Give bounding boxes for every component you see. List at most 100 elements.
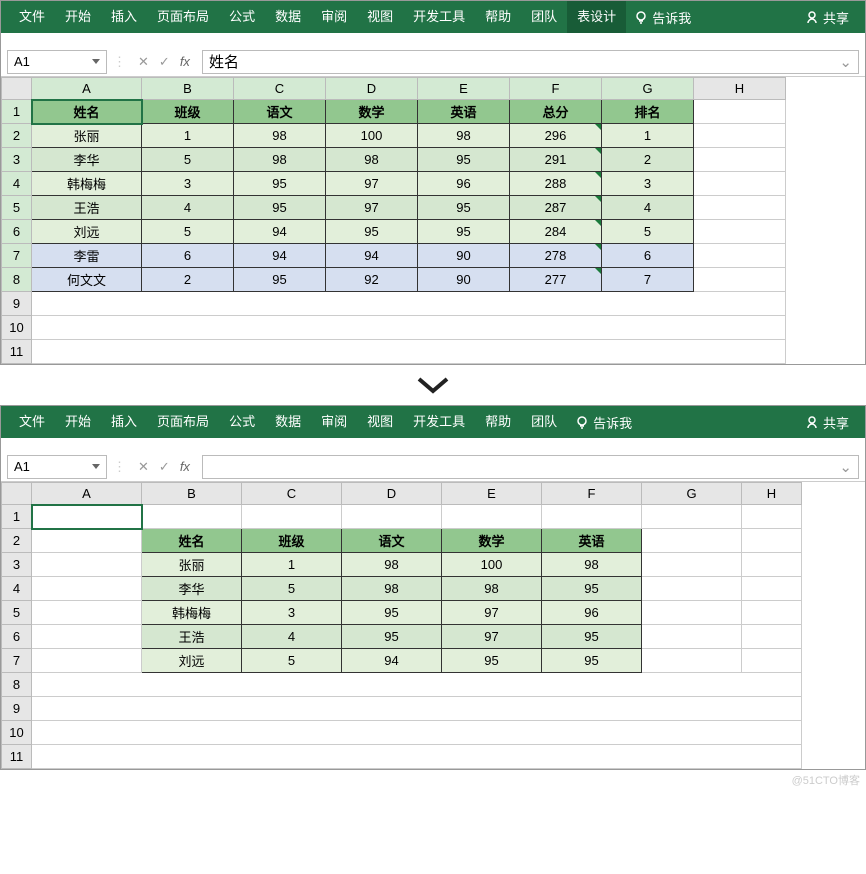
tab-dev[interactable]: 开发工具 bbox=[403, 1, 475, 33]
tab-formulas[interactable]: 公式 bbox=[219, 1, 265, 33]
cell[interactable]: 4 bbox=[142, 196, 234, 220]
col-header-E[interactable]: E bbox=[442, 483, 542, 505]
row-header[interactable]: 11 bbox=[2, 745, 32, 769]
cell[interactable]: 90 bbox=[418, 268, 510, 292]
cell[interactable] bbox=[142, 505, 242, 529]
row-header[interactable]: 9 bbox=[2, 697, 32, 721]
tell-me-button[interactable]: 告诉我 bbox=[626, 8, 699, 27]
cell[interactable]: 95 bbox=[418, 220, 510, 244]
cell[interactable]: 2 bbox=[142, 268, 234, 292]
tab-layout[interactable]: 页面布局 bbox=[147, 1, 219, 33]
cell[interactable]: 100 bbox=[326, 124, 418, 148]
cell[interactable]: 6 bbox=[142, 244, 234, 268]
cell[interactable] bbox=[742, 625, 802, 649]
tab-file[interactable]: 文件 bbox=[9, 1, 55, 33]
col-header-A[interactable]: A bbox=[32, 483, 142, 505]
cell[interactable]: 277 bbox=[510, 268, 602, 292]
tab-help[interactable]: 帮助 bbox=[475, 406, 521, 438]
cell[interactable]: 刘远 bbox=[142, 649, 242, 673]
cell[interactable] bbox=[742, 577, 802, 601]
cell[interactable]: 95 bbox=[418, 196, 510, 220]
cell[interactable]: 姓名 bbox=[142, 529, 242, 553]
col-header-D[interactable]: D bbox=[342, 483, 442, 505]
cell[interactable] bbox=[542, 505, 642, 529]
formula-input-bottom[interactable]: ⌄ bbox=[202, 455, 859, 479]
cell[interactable]: 98 bbox=[234, 148, 326, 172]
cell[interactable]: 姓名 bbox=[32, 100, 142, 124]
cell[interactable] bbox=[694, 244, 786, 268]
cell[interactable] bbox=[32, 601, 142, 625]
row-header[interactable]: 5 bbox=[2, 601, 32, 625]
cell[interactable] bbox=[32, 292, 786, 316]
cell[interactable] bbox=[642, 625, 742, 649]
cell[interactable]: 95 bbox=[442, 649, 542, 673]
cell[interactable]: 100 bbox=[442, 553, 542, 577]
cell[interactable]: 288 bbox=[510, 172, 602, 196]
confirm-icon[interactable]: ✓ bbox=[159, 459, 170, 475]
row-header[interactable]: 3 bbox=[2, 553, 32, 577]
tab-home[interactable]: 开始 bbox=[55, 1, 101, 33]
cell[interactable] bbox=[642, 577, 742, 601]
cell[interactable]: 1 bbox=[602, 124, 694, 148]
cell[interactable]: 王浩 bbox=[142, 625, 242, 649]
cell[interactable]: 95 bbox=[234, 268, 326, 292]
cell[interactable]: 语文 bbox=[234, 100, 326, 124]
select-all-corner[interactable] bbox=[2, 483, 32, 505]
cell[interactable]: 95 bbox=[234, 172, 326, 196]
col-header-C[interactable]: C bbox=[242, 483, 342, 505]
cell[interactable]: 语文 bbox=[342, 529, 442, 553]
tab-data[interactable]: 数据 bbox=[265, 1, 311, 33]
tab-insert[interactable]: 插入 bbox=[101, 1, 147, 33]
row-header[interactable]: 5 bbox=[2, 196, 32, 220]
cell[interactable]: 98 bbox=[442, 577, 542, 601]
tab-help[interactable]: 帮助 bbox=[475, 1, 521, 33]
cell[interactable] bbox=[342, 505, 442, 529]
cell[interactable] bbox=[694, 196, 786, 220]
tab-layout[interactable]: 页面布局 bbox=[147, 406, 219, 438]
row-header[interactable]: 3 bbox=[2, 148, 32, 172]
cell[interactable]: 5 bbox=[142, 220, 234, 244]
cell[interactable] bbox=[694, 100, 786, 124]
tab-insert[interactable]: 插入 bbox=[101, 406, 147, 438]
cell[interactable] bbox=[442, 505, 542, 529]
tab-home[interactable]: 开始 bbox=[55, 406, 101, 438]
cell[interactable] bbox=[742, 553, 802, 577]
tab-review[interactable]: 审阅 bbox=[311, 1, 357, 33]
cell[interactable]: 刘远 bbox=[32, 220, 142, 244]
cell[interactable]: 97 bbox=[442, 601, 542, 625]
cell[interactable]: 5 bbox=[242, 649, 342, 673]
cell[interactable]: 98 bbox=[342, 577, 442, 601]
cell[interactable]: 98 bbox=[326, 148, 418, 172]
cell[interactable] bbox=[694, 220, 786, 244]
cell[interactable]: 97 bbox=[326, 196, 418, 220]
col-header-H[interactable]: H bbox=[742, 483, 802, 505]
col-header-C[interactable]: C bbox=[234, 78, 326, 100]
grid-top[interactable]: A B C D E F G H 1 姓名 班级 语文 数学 英语 总分 排名 2 bbox=[1, 77, 865, 364]
cell[interactable]: 张丽 bbox=[32, 124, 142, 148]
cell[interactable]: 98 bbox=[418, 124, 510, 148]
cell[interactable] bbox=[32, 625, 142, 649]
tab-data[interactable]: 数据 bbox=[265, 406, 311, 438]
row-header[interactable]: 7 bbox=[2, 649, 32, 673]
row-header[interactable]: 4 bbox=[2, 577, 32, 601]
row-header[interactable]: 6 bbox=[2, 625, 32, 649]
cell[interactable]: 96 bbox=[418, 172, 510, 196]
col-header-B[interactable]: B bbox=[142, 78, 234, 100]
cell[interactable]: 98 bbox=[342, 553, 442, 577]
row-header[interactable]: 8 bbox=[2, 268, 32, 292]
row-header[interactable]: 7 bbox=[2, 244, 32, 268]
col-header-B[interactable]: B bbox=[142, 483, 242, 505]
cell[interactable]: 5 bbox=[242, 577, 342, 601]
share-button[interactable]: 共享 bbox=[797, 413, 857, 432]
cell[interactable]: 287 bbox=[510, 196, 602, 220]
cell[interactable]: 95 bbox=[342, 625, 442, 649]
cell[interactable]: 284 bbox=[510, 220, 602, 244]
row-header[interactable]: 2 bbox=[2, 529, 32, 553]
row-header[interactable]: 4 bbox=[2, 172, 32, 196]
cell[interactable]: 5 bbox=[602, 220, 694, 244]
cell[interactable] bbox=[642, 529, 742, 553]
select-all-corner[interactable] bbox=[2, 78, 32, 100]
cell[interactable]: 排名 bbox=[602, 100, 694, 124]
tab-team[interactable]: 团队 bbox=[521, 1, 567, 33]
tab-view[interactable]: 视图 bbox=[357, 1, 403, 33]
